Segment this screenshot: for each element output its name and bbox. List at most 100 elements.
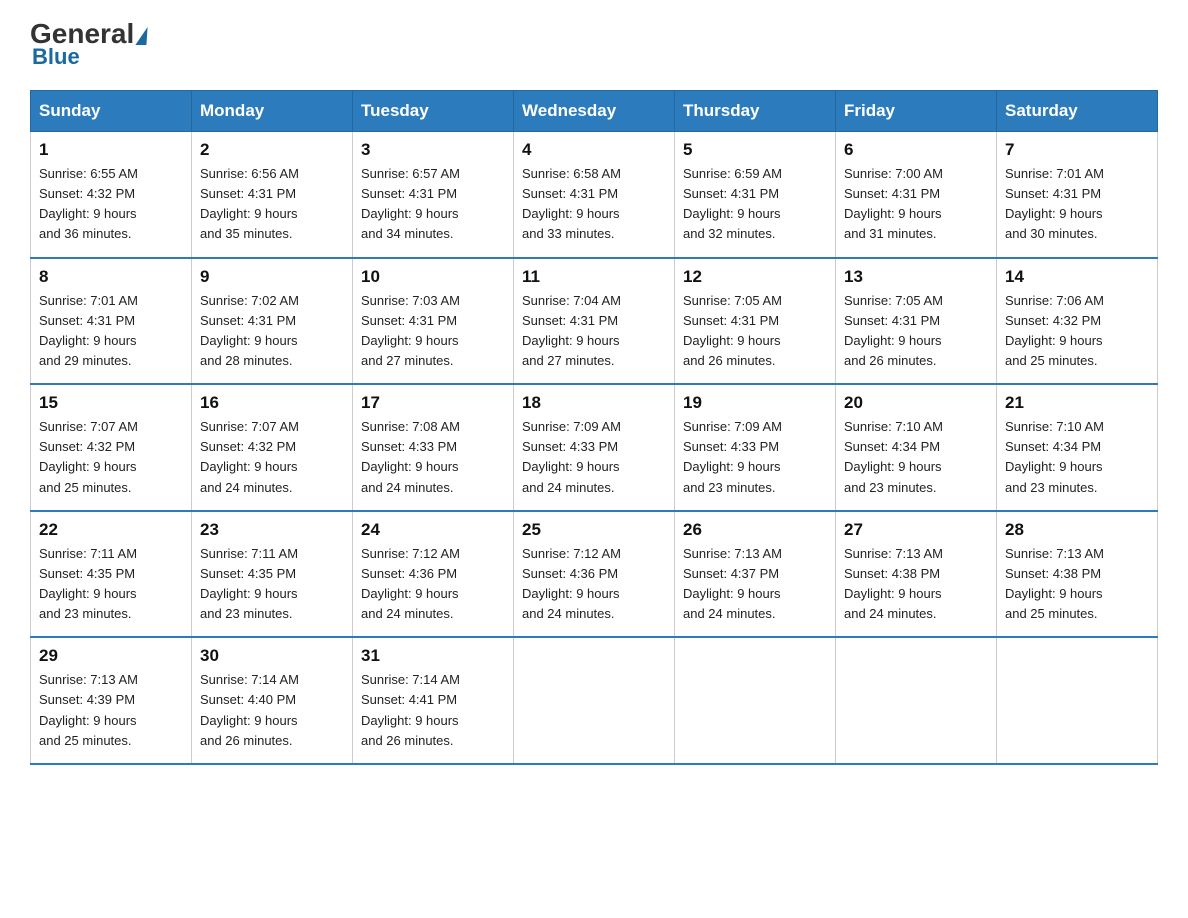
- day-number: 27: [844, 520, 988, 540]
- calendar-cell: 29 Sunrise: 7:13 AMSunset: 4:39 PMDayligh…: [31, 637, 192, 764]
- day-info: Sunrise: 7:04 AMSunset: 4:31 PMDaylight:…: [522, 291, 666, 372]
- day-info: Sunrise: 7:13 AMSunset: 4:38 PMDaylight:…: [844, 544, 988, 625]
- day-number: 16: [200, 393, 344, 413]
- day-number: 2: [200, 140, 344, 160]
- logo-blue-text: Blue: [32, 44, 80, 70]
- day-info: Sunrise: 7:09 AMSunset: 4:33 PMDaylight:…: [683, 417, 827, 498]
- day-info: Sunrise: 7:06 AMSunset: 4:32 PMDaylight:…: [1005, 291, 1149, 372]
- day-number: 22: [39, 520, 183, 540]
- calendar-cell: [836, 637, 997, 764]
- header-wednesday: Wednesday: [514, 91, 675, 132]
- day-number: 5: [683, 140, 827, 160]
- calendar-week-row: 15 Sunrise: 7:07 AMSunset: 4:32 PMDayligh…: [31, 384, 1158, 511]
- calendar-cell: 20 Sunrise: 7:10 AMSunset: 4:34 PMDayligh…: [836, 384, 997, 511]
- calendar-cell: 30Sunrise: 7:14 AMSunset: 4:40 PMDayligh…: [192, 637, 353, 764]
- day-number: 8: [39, 267, 183, 287]
- day-number: 29: [39, 646, 183, 666]
- day-info: Sunrise: 7:00 AMSunset: 4:31 PMDaylight:…: [844, 164, 988, 245]
- day-info: Sunrise: 7:13 AMSunset: 4:39 PMDaylight:…: [39, 670, 183, 751]
- day-info: Sunrise: 7:05 AMSunset: 4:31 PMDaylight:…: [683, 291, 827, 372]
- day-info: Sunrise: 6:56 AMSunset: 4:31 PMDaylight:…: [200, 164, 344, 245]
- day-number: 18: [522, 393, 666, 413]
- day-info: Sunrise: 7:07 AMSunset: 4:32 PMDaylight:…: [200, 417, 344, 498]
- day-number: 25: [522, 520, 666, 540]
- calendar-cell: 21 Sunrise: 7:10 AMSunset: 4:34 PMDayligh…: [997, 384, 1158, 511]
- day-number: 10: [361, 267, 505, 287]
- calendar-cell: 4Sunrise: 6:58 AMSunset: 4:31 PMDaylight…: [514, 132, 675, 258]
- header-sunday: Sunday: [31, 91, 192, 132]
- day-number: 15: [39, 393, 183, 413]
- day-number: 28: [1005, 520, 1149, 540]
- day-info: Sunrise: 7:13 AMSunset: 4:38 PMDaylight:…: [1005, 544, 1149, 625]
- day-info: Sunrise: 6:59 AMSunset: 4:31 PMDaylight:…: [683, 164, 827, 245]
- calendar-cell: 24 Sunrise: 7:12 AMSunset: 4:36 PMDayligh…: [353, 511, 514, 638]
- day-number: 19: [683, 393, 827, 413]
- day-number: 26: [683, 520, 827, 540]
- calendar-cell: 12Sunrise: 7:05 AMSunset: 4:31 PMDayligh…: [675, 258, 836, 385]
- day-info: Sunrise: 7:10 AMSunset: 4:34 PMDaylight:…: [844, 417, 988, 498]
- day-info: Sunrise: 7:09 AMSunset: 4:33 PMDaylight:…: [522, 417, 666, 498]
- header-monday: Monday: [192, 91, 353, 132]
- day-info: Sunrise: 7:13 AMSunset: 4:37 PMDaylight:…: [683, 544, 827, 625]
- calendar-table: SundayMondayTuesdayWednesdayThursdayFrid…: [30, 90, 1158, 765]
- header-friday: Friday: [836, 91, 997, 132]
- day-number: 31: [361, 646, 505, 666]
- calendar-header-row: SundayMondayTuesdayWednesdayThursdayFrid…: [31, 91, 1158, 132]
- day-info: Sunrise: 7:01 AMSunset: 4:31 PMDaylight:…: [1005, 164, 1149, 245]
- calendar-cell: 26 Sunrise: 7:13 AMSunset: 4:37 PMDayligh…: [675, 511, 836, 638]
- day-number: 17: [361, 393, 505, 413]
- calendar-cell: [514, 637, 675, 764]
- header-tuesday: Tuesday: [353, 91, 514, 132]
- calendar-cell: 2 Sunrise: 6:56 AMSunset: 4:31 PMDaylight…: [192, 132, 353, 258]
- day-info: Sunrise: 7:12 AMSunset: 4:36 PMDaylight:…: [361, 544, 505, 625]
- calendar-cell: 3 Sunrise: 6:57 AMSunset: 4:31 PMDaylight…: [353, 132, 514, 258]
- calendar-cell: 25 Sunrise: 7:12 AMSunset: 4:36 PMDayligh…: [514, 511, 675, 638]
- calendar-week-row: 1 Sunrise: 6:55 AMSunset: 4:32 PMDaylight…: [31, 132, 1158, 258]
- header-saturday: Saturday: [997, 91, 1158, 132]
- day-info: Sunrise: 6:57 AMSunset: 4:31 PMDaylight:…: [361, 164, 505, 245]
- day-number: 21: [1005, 393, 1149, 413]
- day-info: Sunrise: 6:55 AMSunset: 4:32 PMDaylight:…: [39, 164, 183, 245]
- logo-triangle-icon: [136, 27, 150, 45]
- day-number: 24: [361, 520, 505, 540]
- day-number: 3: [361, 140, 505, 160]
- calendar-cell: 28 Sunrise: 7:13 AMSunset: 4:38 PMDayligh…: [997, 511, 1158, 638]
- calendar-cell: [997, 637, 1158, 764]
- day-info: Sunrise: 7:07 AMSunset: 4:32 PMDaylight:…: [39, 417, 183, 498]
- calendar-cell: 23 Sunrise: 7:11 AMSunset: 4:35 PMDayligh…: [192, 511, 353, 638]
- calendar-cell: 7Sunrise: 7:01 AMSunset: 4:31 PMDaylight…: [997, 132, 1158, 258]
- calendar-cell: 18 Sunrise: 7:09 AMSunset: 4:33 PMDayligh…: [514, 384, 675, 511]
- day-number: 11: [522, 267, 666, 287]
- calendar-week-row: 8 Sunrise: 7:01 AMSunset: 4:31 PMDaylight…: [31, 258, 1158, 385]
- calendar-cell: 22 Sunrise: 7:11 AMSunset: 4:35 PMDayligh…: [31, 511, 192, 638]
- day-number: 4: [522, 140, 666, 160]
- calendar-cell: [675, 637, 836, 764]
- calendar-cell: 8 Sunrise: 7:01 AMSunset: 4:31 PMDaylight…: [31, 258, 192, 385]
- day-number: 23: [200, 520, 344, 540]
- calendar-cell: 11 Sunrise: 7:04 AMSunset: 4:31 PMDayligh…: [514, 258, 675, 385]
- calendar-cell: 17 Sunrise: 7:08 AMSunset: 4:33 PMDayligh…: [353, 384, 514, 511]
- day-number: 9: [200, 267, 344, 287]
- day-info: Sunrise: 7:11 AMSunset: 4:35 PMDaylight:…: [39, 544, 183, 625]
- day-number: 6: [844, 140, 988, 160]
- calendar-cell: 16 Sunrise: 7:07 AMSunset: 4:32 PMDayligh…: [192, 384, 353, 511]
- calendar-cell: 31 Sunrise: 7:14 AMSunset: 4:41 PMDayligh…: [353, 637, 514, 764]
- day-info: Sunrise: 7:02 AMSunset: 4:31 PMDaylight:…: [200, 291, 344, 372]
- day-info: Sunrise: 7:01 AMSunset: 4:31 PMDaylight:…: [39, 291, 183, 372]
- logo: General Blue: [30, 20, 148, 70]
- day-info: Sunrise: 7:08 AMSunset: 4:33 PMDaylight:…: [361, 417, 505, 498]
- calendar-cell: 15 Sunrise: 7:07 AMSunset: 4:32 PMDayligh…: [31, 384, 192, 511]
- calendar-cell: 10Sunrise: 7:03 AMSunset: 4:31 PMDayligh…: [353, 258, 514, 385]
- day-info: Sunrise: 7:10 AMSunset: 4:34 PMDaylight:…: [1005, 417, 1149, 498]
- calendar-cell: 5 Sunrise: 6:59 AMSunset: 4:31 PMDaylight…: [675, 132, 836, 258]
- day-number: 1: [39, 140, 183, 160]
- day-number: 13: [844, 267, 988, 287]
- day-number: 20: [844, 393, 988, 413]
- calendar-cell: 27 Sunrise: 7:13 AMSunset: 4:38 PMDayligh…: [836, 511, 997, 638]
- day-info: Sunrise: 7:14 AMSunset: 4:41 PMDaylight:…: [361, 670, 505, 751]
- calendar-cell: 13Sunrise: 7:05 AMSunset: 4:31 PMDayligh…: [836, 258, 997, 385]
- day-info: Sunrise: 7:11 AMSunset: 4:35 PMDaylight:…: [200, 544, 344, 625]
- calendar-cell: 6 Sunrise: 7:00 AMSunset: 4:31 PMDaylight…: [836, 132, 997, 258]
- day-info: Sunrise: 7:12 AMSunset: 4:36 PMDaylight:…: [522, 544, 666, 625]
- calendar-cell: 19 Sunrise: 7:09 AMSunset: 4:33 PMDayligh…: [675, 384, 836, 511]
